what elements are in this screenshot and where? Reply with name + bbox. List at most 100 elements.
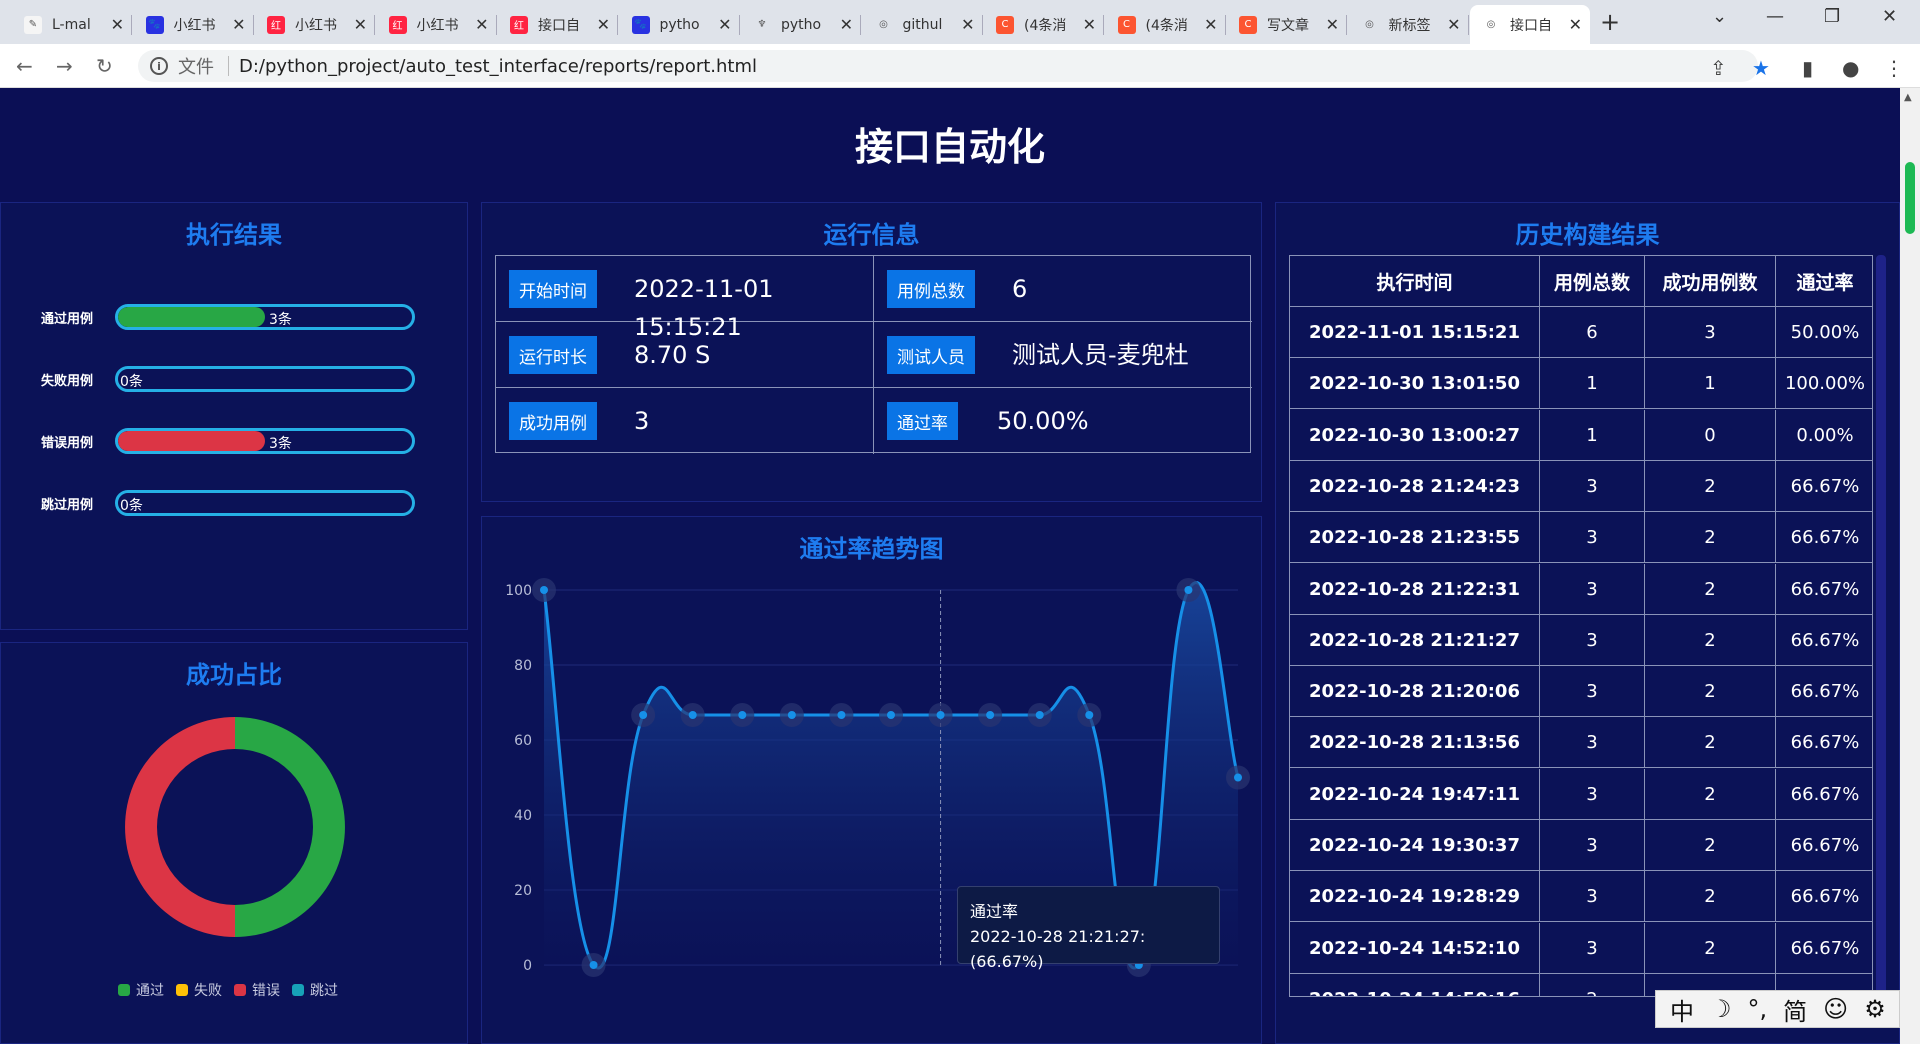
exec-bar-row: 通过用例 3条 bbox=[41, 304, 415, 330]
ime-settings-icon[interactable]: ⚙ bbox=[1864, 995, 1886, 1023]
tab-close-icon[interactable]: ✕ bbox=[840, 15, 853, 34]
trend-point[interactable] bbox=[1035, 710, 1044, 719]
browser-tab[interactable]: 🐾 小红书 ✕ bbox=[134, 5, 254, 44]
legend-item[interactable]: 跳过 bbox=[292, 980, 338, 1000]
side-panel-icon[interactable]: ▮ bbox=[1802, 56, 1813, 80]
tab-close-icon[interactable]: ✕ bbox=[1326, 15, 1339, 34]
tab-separator bbox=[131, 15, 132, 35]
cell-total-cases: 3 bbox=[1540, 717, 1645, 769]
tab-close-icon[interactable]: ✕ bbox=[1447, 15, 1460, 34]
address-divider bbox=[228, 56, 229, 76]
browser-tab[interactable]: ✎ L-mal ✕ bbox=[12, 5, 132, 44]
browser-tab[interactable]: 🐾 pytho ✕ bbox=[620, 5, 740, 44]
run-info-value: 3 bbox=[634, 407, 650, 435]
tab-close-icon[interactable]: ✕ bbox=[111, 15, 124, 34]
ime-toolbar[interactable]: 中 ☽ °, 简 ☺ ⚙ bbox=[1655, 990, 1900, 1028]
cell-exec-time: 2022-10-30 13:00:27 bbox=[1290, 409, 1540, 461]
tab-search-icon[interactable]: ⌄ bbox=[1712, 6, 1727, 27]
legend-item[interactable]: 失败 bbox=[176, 980, 222, 1000]
xiaohongshu-icon: 红 bbox=[267, 15, 285, 34]
tab-close-icon[interactable]: ✕ bbox=[718, 15, 731, 34]
page-scrollbar[interactable]: ▲ bbox=[1900, 88, 1920, 1044]
history-row: 2022-10-30 13:01:50 1 1 100.00% bbox=[1290, 358, 1872, 410]
share-icon[interactable]: ⇪ bbox=[1710, 56, 1727, 80]
tab-close-icon[interactable]: ✕ bbox=[1204, 15, 1217, 34]
address-bar[interactable]: i 文件 D:/python_project/auto_test_interfa… bbox=[138, 50, 1758, 82]
close-window-button[interactable]: ✕ bbox=[1882, 6, 1897, 27]
scroll-up-icon[interactable]: ▲ bbox=[1904, 92, 1912, 103]
minimize-button[interactable]: — bbox=[1766, 6, 1784, 27]
tab-title: 小红书 bbox=[295, 17, 337, 34]
tab-separator bbox=[252, 15, 254, 35]
y-tick-label: 60 bbox=[514, 733, 532, 749]
browser-tab[interactable]: C (4条消 ✕ bbox=[1106, 5, 1226, 44]
history-panel: 历史构建结果 执行时间 用例总数 成功用例数 通过率 2022-11-01 15:15:… bbox=[1275, 202, 1900, 1044]
tab-close-icon[interactable]: ✕ bbox=[961, 15, 974, 34]
header-pass-rate: 通过率 bbox=[1796, 272, 1854, 294]
browser-tab[interactable]: C (4条消 ✕ bbox=[984, 5, 1104, 44]
header-total-cases: 用例总数 bbox=[1540, 256, 1645, 307]
browser-tab[interactable]: ◎ 新标签 ✕ bbox=[1349, 5, 1469, 44]
forward-icon[interactable]: → bbox=[56, 54, 73, 78]
exec-progress-bar: 3条 bbox=[115, 304, 415, 330]
browser-tab[interactable]: 红小红书 ✕ bbox=[255, 5, 375, 44]
cell-exec-time: 2022-10-28 21:23:55 bbox=[1290, 512, 1540, 564]
tab-separator bbox=[1224, 15, 1226, 35]
menu-icon[interactable]: ⋮ bbox=[1884, 56, 1904, 80]
tab-close-icon[interactable]: ✕ bbox=[475, 15, 488, 34]
legend-label: 通过 bbox=[136, 983, 164, 999]
trend-point[interactable] bbox=[787, 710, 796, 719]
history-scrollbar[interactable] bbox=[1876, 255, 1886, 997]
page-title: 接口自动化 bbox=[854, 125, 1045, 169]
trend-point[interactable] bbox=[1184, 586, 1193, 594]
new-tab-button[interactable]: + bbox=[1600, 8, 1620, 36]
trend-point[interactable] bbox=[986, 710, 995, 719]
ime-simplified[interactable]: 简 bbox=[1783, 992, 1807, 1027]
trend-point[interactable] bbox=[688, 710, 697, 719]
tab-close-icon[interactable]: ✕ bbox=[1083, 15, 1096, 34]
info-icon[interactable]: i bbox=[150, 57, 168, 75]
scrollbar-thumb[interactable] bbox=[1905, 162, 1915, 234]
donut-slice-通过[interactable] bbox=[235, 717, 345, 937]
tab-close-icon[interactable]: ✕ bbox=[597, 15, 610, 34]
ime-chinese-mode[interactable]: 中 bbox=[1670, 992, 1694, 1027]
legend-item[interactable]: 通过 bbox=[118, 980, 164, 1000]
trend-point[interactable] bbox=[837, 710, 846, 719]
trend-point[interactable] bbox=[589, 961, 598, 969]
trend-point[interactable] bbox=[1085, 710, 1094, 719]
tab-close-icon[interactable]: ✕ bbox=[232, 15, 245, 34]
ime-punct-icon[interactable]: °, bbox=[1748, 995, 1768, 1023]
donut-slice-错误[interactable] bbox=[125, 717, 235, 937]
profile-avatar-icon[interactable]: ● bbox=[1842, 56, 1859, 80]
trend-point[interactable] bbox=[887, 710, 895, 719]
bookmark-star-icon[interactable]: ★ bbox=[1752, 56, 1770, 80]
browser-tab[interactable]: ◎ githul ✕ bbox=[863, 5, 983, 44]
tab-title: (4条消 bbox=[1024, 17, 1067, 34]
tab-separator bbox=[1467, 15, 1469, 35]
csdn-icon: C bbox=[996, 15, 1014, 34]
trend-title: 通过率趋势图 bbox=[799, 535, 944, 563]
trend-point[interactable] bbox=[540, 586, 548, 594]
tab-separator bbox=[981, 15, 983, 35]
browser-tab[interactable]: C 写文章 ✕ bbox=[1227, 5, 1347, 44]
trend-point[interactable] bbox=[1234, 773, 1242, 782]
browser-tab[interactable]: ◎ 接口自 ✕ bbox=[1470, 5, 1590, 44]
ime-emoji-icon[interactable]: ☺ bbox=[1823, 995, 1848, 1023]
tab-close-icon[interactable]: ✕ bbox=[1569, 15, 1582, 34]
ime-moon-icon[interactable]: ☽ bbox=[1710, 995, 1732, 1023]
url-text: D:/python_project/auto_test_interface/re… bbox=[239, 55, 758, 77]
legend-item[interactable]: 错误 bbox=[234, 980, 280, 1000]
trend-point[interactable] bbox=[936, 710, 945, 719]
browser-tab[interactable]: 红接口自 ✕ bbox=[498, 5, 618, 44]
exec-bar-row: 跳过用例 0条 bbox=[41, 490, 415, 516]
trend-point[interactable] bbox=[639, 710, 648, 719]
browser-tab[interactable]: 红小红书 ✕ bbox=[377, 5, 497, 44]
trend-point[interactable] bbox=[738, 710, 747, 719]
tab-close-icon[interactable]: ✕ bbox=[354, 15, 367, 34]
back-icon[interactable]: ← bbox=[16, 54, 33, 78]
globe-icon: ◎ bbox=[1482, 15, 1500, 34]
browser-tab[interactable]: ♆ pytho ✕ bbox=[741, 5, 861, 44]
reload-icon[interactable]: ↻ bbox=[96, 54, 113, 78]
history-row: 2022-10-28 21:20:06 3 2 66.67% bbox=[1290, 666, 1872, 718]
maximize-button[interactable]: ❐ bbox=[1824, 6, 1840, 27]
